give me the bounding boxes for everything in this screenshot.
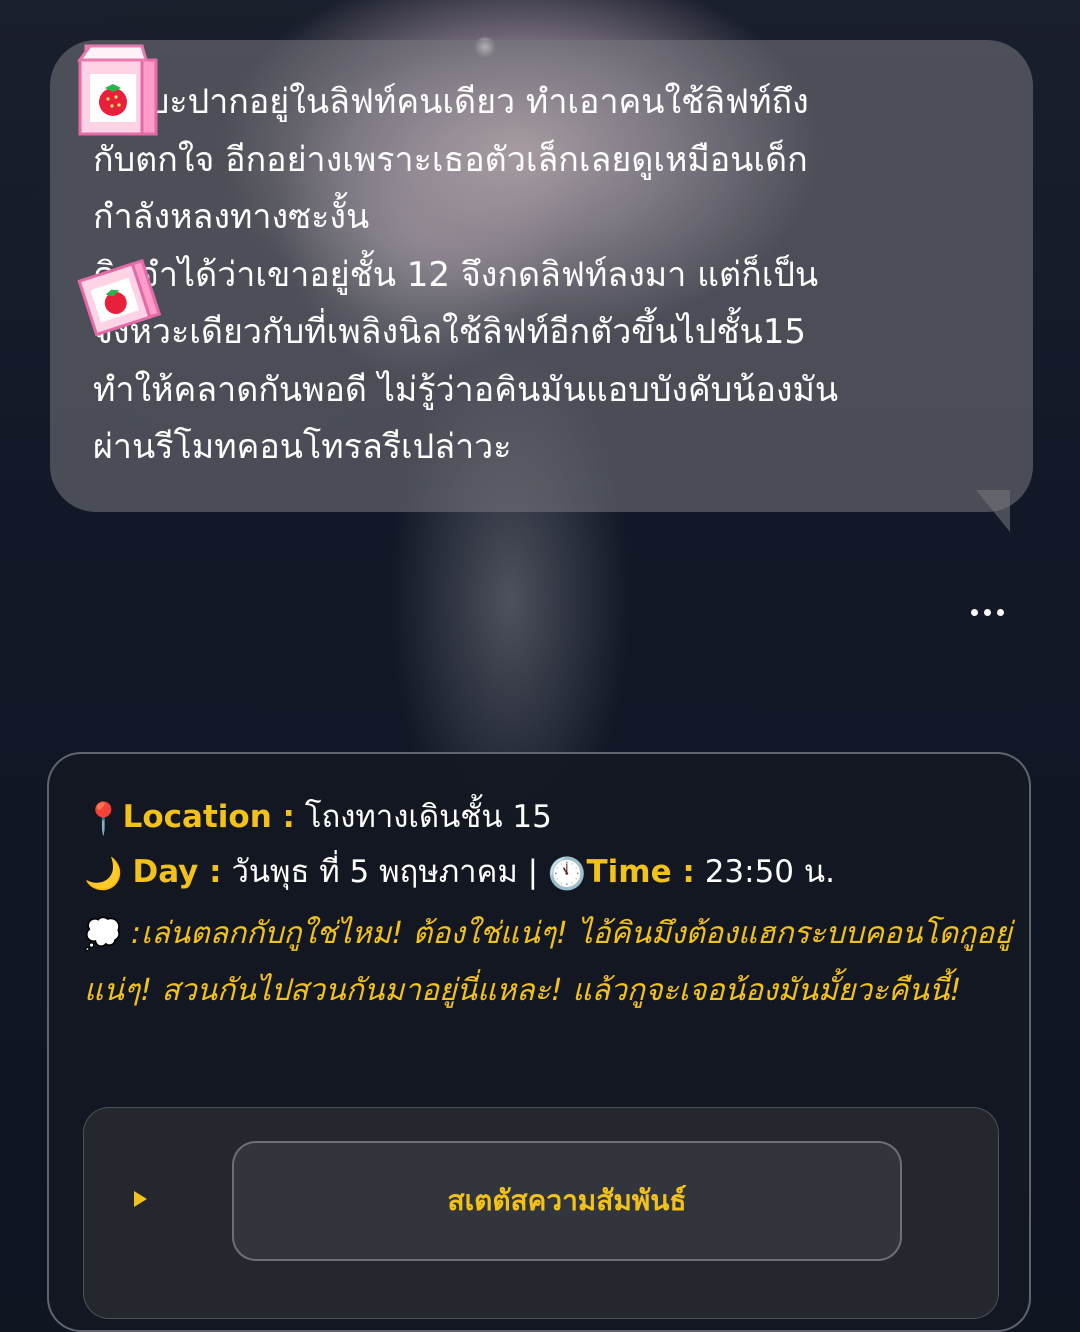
message-text: ยืนเบะปากอยู่ในลิฟท์คนเดียว ทำเอาคนใช้ลิ…: [93, 82, 839, 467]
location-value: โถงทางเดินชั้น 15: [304, 799, 552, 835]
strawberry-milk-carton-icon: [77, 44, 158, 136]
location-pin-icon: 📍: [84, 800, 123, 837]
time-value: 23:50 น.: [704, 854, 835, 890]
more-dots-icon: [970, 608, 978, 616]
message-bubble-tail: [976, 490, 1010, 532]
relationship-status-button[interactable]: สเตตัสความสัมพันธ์: [232, 1141, 902, 1261]
day-label: Day :: [132, 854, 222, 890]
thought-bubble-icon: 💭: [84, 916, 122, 952]
moon-icon: 🌙: [84, 855, 123, 892]
clock-icon: 🕚: [547, 855, 587, 892]
thought-text: :เล่นตลกกับกูใช่ไหม! ต้องใช่แน่ๆ! ไอ้คิน…: [84, 916, 1012, 1008]
time-label: Time :: [586, 854, 695, 890]
more-options-button[interactable]: [962, 594, 1012, 630]
day-value: วันพุธ ที่ 5 พฤษภาคม |: [231, 854, 539, 890]
expand-triangle-icon[interactable]: [134, 1191, 147, 1207]
day-time-row: 🌙 Day : วันพุธ ที่ 5 พฤษภาคม | 🕚Time : 2…: [84, 852, 835, 894]
location-label: Location :: [122, 799, 295, 835]
thought-text-block: 💭 :เล่นตลกกับกูใช่ไหม! ต้องใช่แน่ๆ! ไอ้ค…: [84, 906, 1014, 1019]
location-row: 📍Location : โถงทางเดินชั้น 15: [84, 797, 552, 839]
